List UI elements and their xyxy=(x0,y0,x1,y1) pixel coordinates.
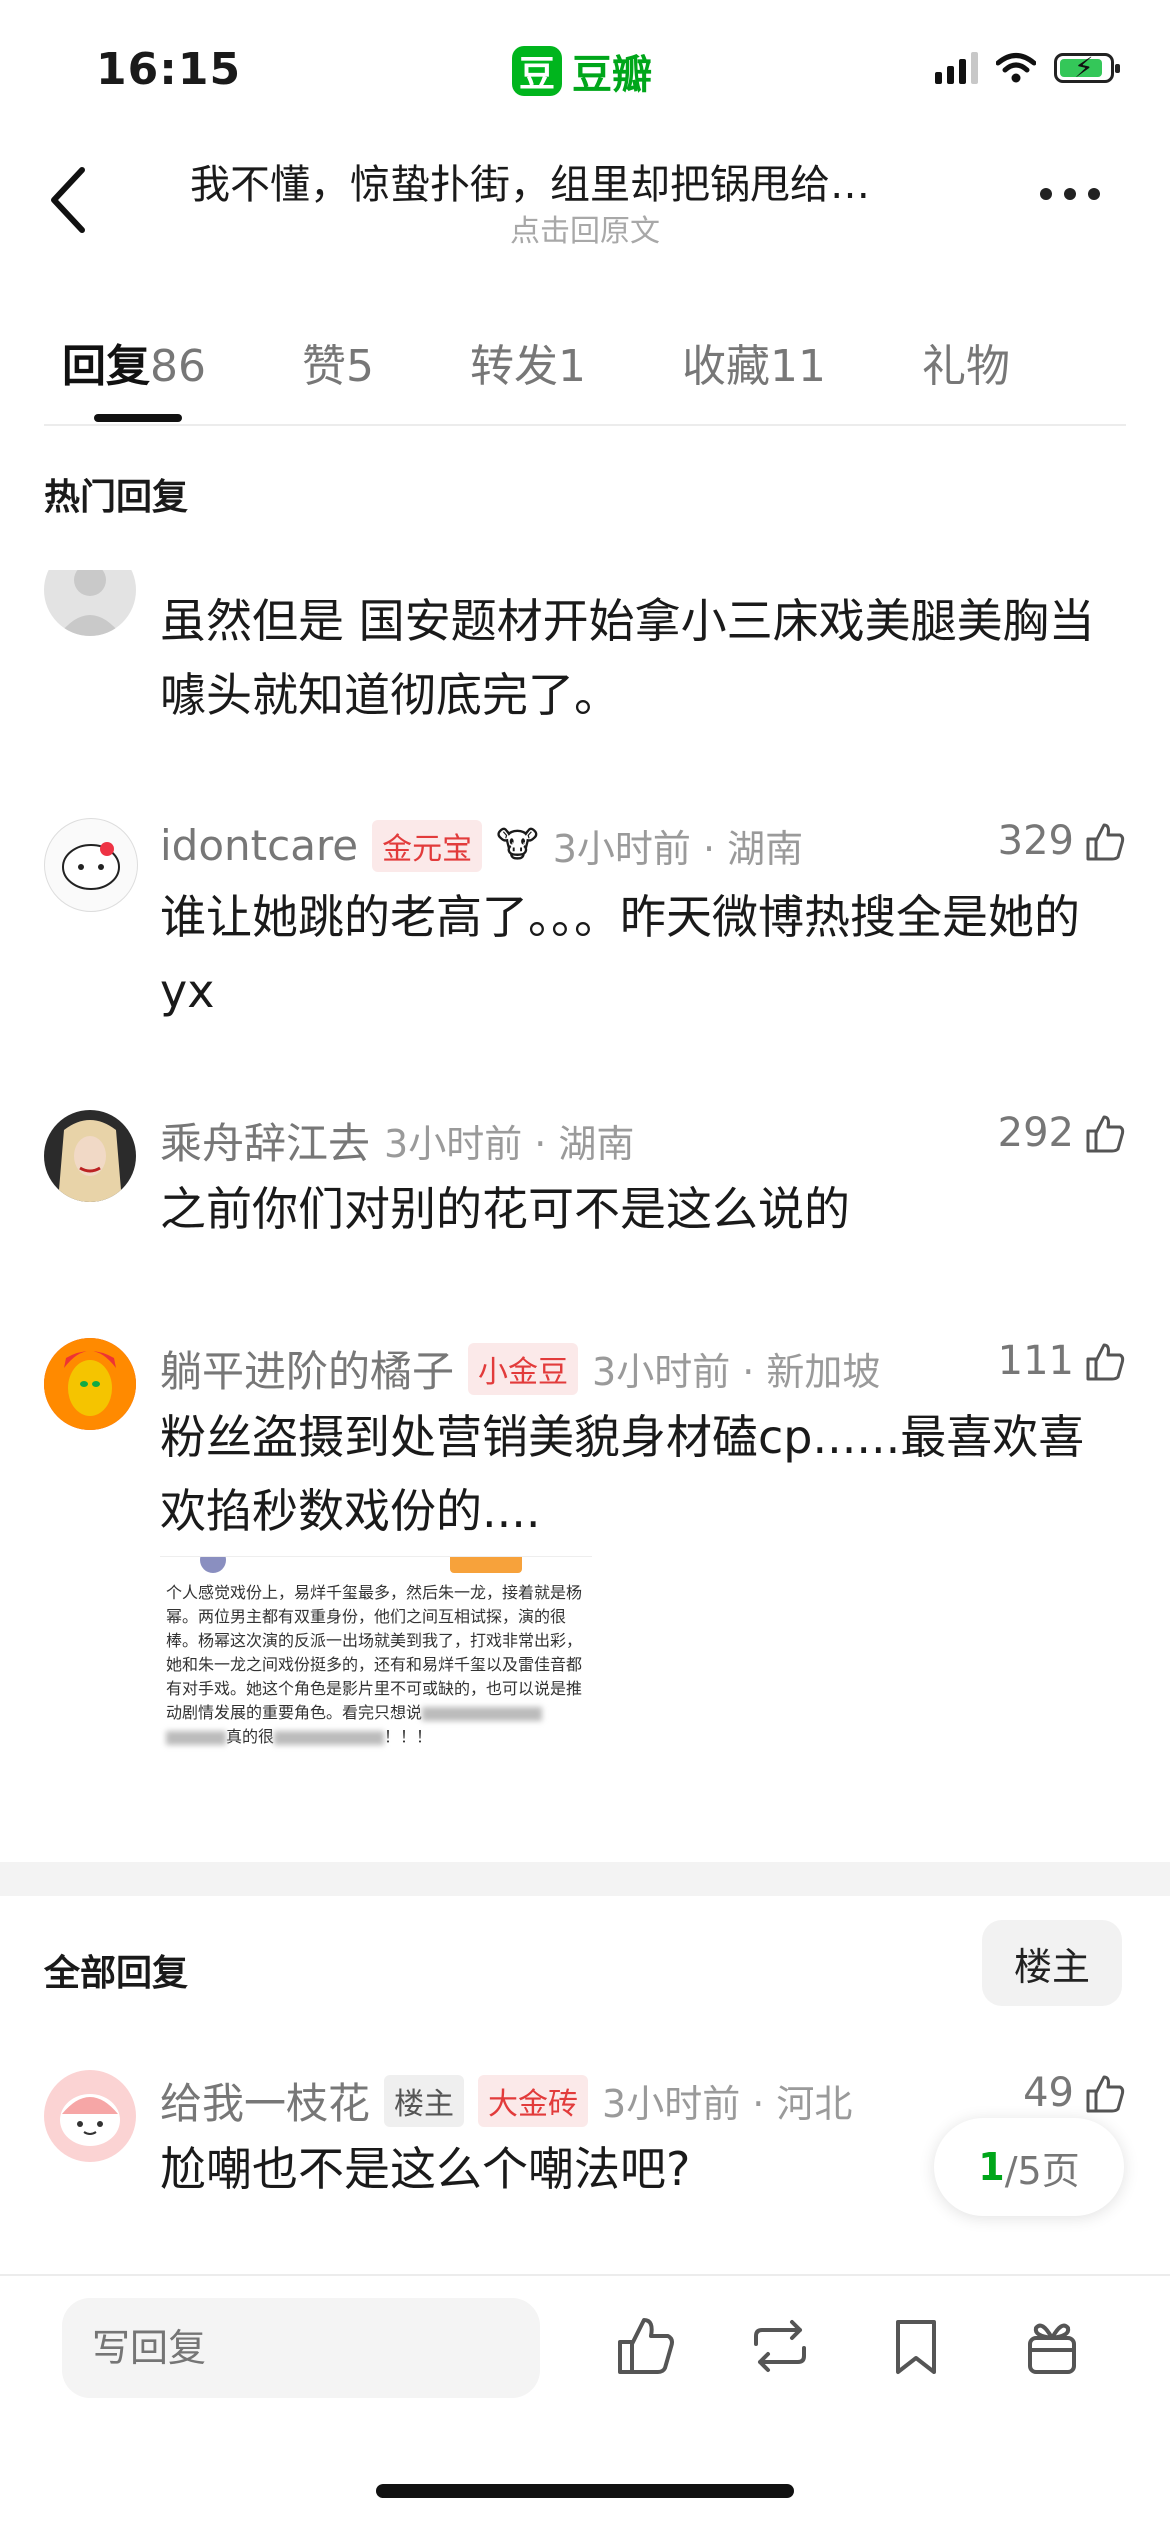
reply-input[interactable] xyxy=(62,2298,540,2398)
tab-gifts[interactable]: 礼物 xyxy=(922,330,1010,394)
active-tab-indicator xyxy=(94,414,182,422)
comment-meta: 3小时前 · 湖南 xyxy=(552,827,804,871)
thumbs-up-icon xyxy=(1086,823,1125,861)
attached-image[interactable]: 个人感觉戏份上，易烊千玺最多，然后朱一龙，接着就是杨幂。两位男主都有双重身份，他… xyxy=(160,1556,592,1809)
level-badge: 大金砖 xyxy=(478,2074,589,2127)
status-icons: ⚡ xyxy=(935,51,1120,84)
tab-replies[interactable]: 回复86 xyxy=(62,330,206,394)
tab-bar: 回复86 赞5 转发1 收藏11 礼物 xyxy=(62,330,1106,394)
thumbs-up-icon xyxy=(1086,1115,1125,1153)
comment-header: 给我一枝花 楼主 大金砖 3小时前 · 河北 xyxy=(160,2070,852,2131)
page-title[interactable]: 我不懂，惊蛰扑街，组里却把锅甩给… xyxy=(190,152,980,210)
username[interactable]: 给我一枝花 xyxy=(160,2070,370,2131)
comment-header: 躺平进阶的橘子 小金豆 3小时前 · 新加坡 xyxy=(160,1338,880,1399)
like-button[interactable]: 111 xyxy=(998,1338,1126,1384)
comment-text: 虽然但是 国安题材开始拿小三床戏美腿美胸当噱头就知道彻底完了。 xyxy=(160,594,1095,722)
tab-likes[interactable]: 赞5 xyxy=(302,330,374,394)
back-to-original-link[interactable]: 点击回原文 xyxy=(440,206,730,250)
wifi-icon xyxy=(996,53,1036,83)
comment-text: 粉丝盗摄到处营销美貌身材磕cp......最喜欢喜欢掐秒数戏份的.... xyxy=(160,1410,1085,1538)
badge-mascot-icon: 🐮 xyxy=(496,825,539,866)
back-arrow-icon[interactable] xyxy=(42,160,96,240)
like-count: 292 xyxy=(997,1110,1074,1156)
avatar[interactable] xyxy=(44,818,138,912)
tab-collections[interactable]: 收藏11 xyxy=(682,330,826,394)
comment-meta: 3小时前 · 新加坡 xyxy=(592,1350,881,1394)
divider xyxy=(44,424,1126,426)
attached-image-text: 个人感觉戏份上，易烊千玺最多，然后朱一龙，接着就是杨幂。两位男主都有双重身份，他… xyxy=(166,1583,583,1746)
avatar[interactable] xyxy=(44,1338,136,1430)
total-pages: /5页 xyxy=(1004,2148,1080,2193)
comment-header: 乘舟辞江去 3小时前 · 湖南 xyxy=(160,1110,634,1171)
comment-item: 躺平进阶的橘子 小金豆 3小时前 · 新加坡 111 粉丝盗摄到处营销美貌身材磕… xyxy=(44,1338,1126,1809)
home-indicator[interactable] xyxy=(376,2484,794,2498)
app-name: 豆瓣 xyxy=(572,52,652,98)
more-options-icon[interactable] xyxy=(1040,188,1100,200)
cellular-signal-icon xyxy=(935,52,978,84)
avatar[interactable] xyxy=(44,2070,136,2162)
tab-reposts[interactable]: 转发1 xyxy=(470,330,586,394)
like-post-icon[interactable] xyxy=(614,2314,678,2378)
level-badge: 小金豆 xyxy=(468,1342,579,1395)
hot-replies-heading: 热门回复 xyxy=(44,477,189,518)
bookmark-icon[interactable] xyxy=(884,2314,948,2378)
app-indicator: 豆 豆瓣 xyxy=(512,42,652,100)
comment-text: 谁让她跳的老高了。。。昨天微博热搜全是她的yx xyxy=(160,890,1080,1018)
status-time: 16:15 xyxy=(96,44,242,95)
username[interactable]: 躺平进阶的橘子 xyxy=(160,1338,454,1399)
current-page: 1 xyxy=(978,2145,1005,2189)
comment-text: 之前你们对别的花可不是这么说的 xyxy=(160,1182,850,1236)
page-indicator[interactable]: 1/5页 xyxy=(934,2118,1124,2216)
battery-icon: ⚡ xyxy=(1054,51,1120,84)
like-button[interactable]: 49 xyxy=(1023,2070,1126,2116)
section-separator xyxy=(0,1862,1170,1896)
divider xyxy=(0,2274,1170,2276)
comment-item: idontcare 金元宝 🐮 3小时前 · 湖南 329 谁让她跳的老高了。。… xyxy=(44,818,1126,1018)
repost-icon[interactable] xyxy=(748,2314,812,2378)
comment-header: idontcare 金元宝 🐮 3小时前 · 湖南 xyxy=(160,818,803,873)
like-button[interactable]: 329 xyxy=(998,818,1126,864)
comment-meta: 3小时前 · 河北 xyxy=(602,2082,853,2126)
level-badge: 金元宝 xyxy=(372,819,483,872)
comment-meta: 3小时前 · 湖南 xyxy=(384,1122,635,1166)
like-button[interactable]: 292 xyxy=(998,1110,1126,1156)
scroll-mask xyxy=(0,520,1170,570)
username[interactable]: 乘舟辞江去 xyxy=(160,1110,370,1171)
like-count: 49 xyxy=(1023,2070,1074,2116)
username[interactable]: idontcare xyxy=(160,821,358,870)
owner-badge: 楼主 xyxy=(384,2074,465,2127)
like-count: 329 xyxy=(997,818,1074,864)
thumbs-up-icon xyxy=(1086,2075,1125,2113)
like-count: 111 xyxy=(997,1338,1074,1384)
thumbs-up-icon xyxy=(1086,1343,1125,1381)
avatar[interactable] xyxy=(44,1110,136,1202)
owner-only-filter-button[interactable]: 楼主 xyxy=(982,1920,1122,2006)
comment-item: 乘舟辞江去 3小时前 · 湖南 292 之前你们对别的花可不是这么说的 xyxy=(44,1110,1126,1236)
gift-icon[interactable] xyxy=(1020,2314,1084,2378)
all-replies-heading: 全部回复 xyxy=(44,1953,189,1994)
douban-logo-icon: 豆 xyxy=(512,46,562,96)
